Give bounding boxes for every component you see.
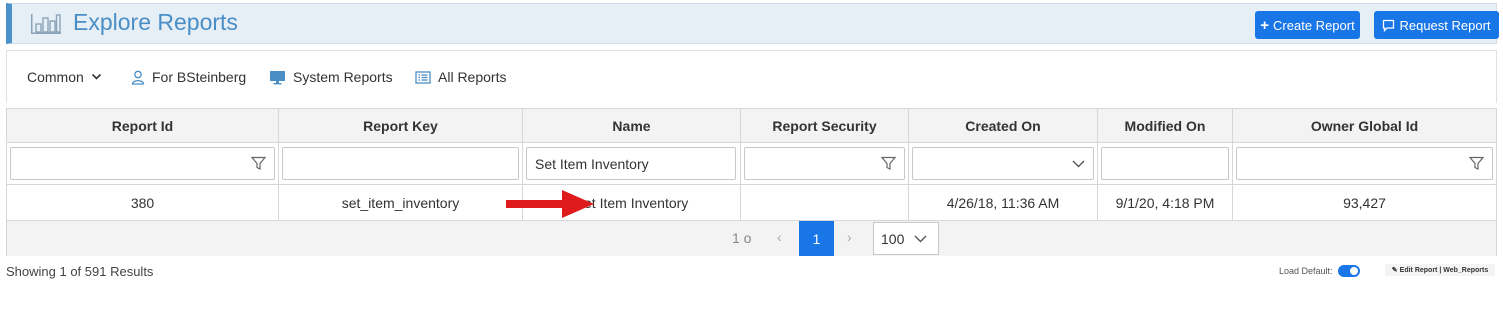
load-default-toggle[interactable] (1337, 265, 1360, 277)
owner-global-id-filter-input[interactable] (1236, 147, 1493, 180)
comment-icon (1383, 19, 1395, 32)
cell-report-id: 380 (7, 185, 279, 221)
cell-created-on: 4/26/18, 11:36 AM (909, 185, 1098, 221)
report-nav: Common For BSteinberg System Reports All… (6, 50, 1497, 103)
col-report-id[interactable]: Report Id (7, 109, 279, 143)
col-owner-global-id[interactable]: Owner Global Id (1233, 109, 1496, 143)
nav-common-dropdown[interactable]: Common (27, 69, 102, 85)
col-report-key[interactable]: Report Key (279, 109, 523, 143)
nav-for-user[interactable]: For BSteinberg (131, 69, 246, 85)
filter-cell (7, 143, 279, 185)
page-size-select[interactable]: 100 (873, 222, 939, 255)
created-on-filter-select[interactable] (912, 147, 1094, 180)
pager: 1 o ‹ 1 › 100 (7, 221, 1496, 256)
grid-filter-row: Set Item Inventory (7, 143, 1496, 185)
edit-report-link[interactable]: ✎ Edit Report | Web_Reports (1385, 264, 1495, 276)
page-size-value: 100 (881, 230, 905, 247)
report-logo-icon (31, 14, 61, 34)
col-created-on[interactable]: Created On (909, 109, 1098, 143)
pager-prev-button[interactable]: ‹ (777, 229, 782, 245)
nav-all-label: All Reports (438, 69, 507, 85)
plus-icon: + (1260, 16, 1270, 34)
filter-cell (1098, 143, 1233, 185)
name-filter-input[interactable]: Set Item Inventory (526, 147, 736, 180)
name-filter-value: Set Item Inventory (535, 155, 649, 172)
table-row[interactable]: 380 set_item_inventory Set Item Inventor… (7, 185, 1496, 221)
reports-grid: Report Id Report Key Name Report Securit… (6, 108, 1497, 256)
chevron-down-icon (1072, 160, 1085, 168)
list-icon (415, 70, 431, 84)
col-report-security[interactable]: Report Security (741, 109, 909, 143)
nav-system-reports[interactable]: System Reports (269, 69, 393, 85)
report-id-filter-input[interactable] (10, 147, 275, 180)
modified-on-filter-input[interactable] (1101, 147, 1229, 180)
request-report-label: Request Report (1399, 17, 1491, 33)
nav-system-label: System Reports (293, 69, 393, 85)
col-modified-on[interactable]: Modified On (1098, 109, 1233, 143)
create-report-button[interactable]: + Create Report (1255, 11, 1360, 39)
nav-common-label: Common (27, 69, 84, 85)
filter-icon[interactable] (251, 156, 266, 171)
pager-info: 1 o (732, 230, 752, 246)
edit-report-label: Edit Report | Web_Reports (1399, 266, 1489, 274)
grid-header-row: Report Id Report Key Name Report Securit… (7, 109, 1496, 143)
col-name[interactable]: Name (523, 109, 741, 143)
chevron-down-icon (91, 73, 101, 80)
cell-modified-on: 9/1/20, 4:18 PM (1098, 185, 1233, 221)
load-default-label: Load Default: (1279, 266, 1333, 276)
red-arrow-annotation (506, 190, 594, 218)
page-header: Explore Reports + Create Report Request … (6, 3, 1499, 44)
filter-icon[interactable] (881, 156, 896, 171)
pager-next-button[interactable]: › (847, 229, 852, 245)
page-title: Explore Reports (73, 9, 238, 35)
filter-cell: Set Item Inventory (523, 143, 741, 185)
report-security-filter-input[interactable] (744, 147, 905, 180)
edit-icon: ✎ (1391, 267, 1398, 274)
monitor-icon (270, 70, 285, 84)
cell-report-security (741, 185, 909, 221)
request-report-button[interactable]: Request Report (1374, 11, 1499, 39)
report-key-filter-input[interactable] (282, 147, 519, 180)
filter-cell (741, 143, 909, 185)
nav-all-reports[interactable]: All Reports (415, 69, 506, 85)
load-default-toggle-group: Load Default: (1279, 265, 1360, 277)
filter-cell (909, 143, 1098, 185)
filter-icon[interactable] (1469, 156, 1484, 171)
chevron-down-icon (914, 235, 927, 242)
results-count: Showing 1 of 591 Results (6, 264, 154, 279)
filter-cell (1233, 143, 1496, 185)
user-icon (131, 70, 145, 85)
filter-cell (279, 143, 523, 185)
cell-report-key: set_item_inventory (279, 185, 523, 221)
cell-owner-global-id: 93,427 (1343, 195, 1386, 211)
nav-for-user-label: For BSteinberg (152, 69, 247, 85)
create-report-label: Create Report (1273, 17, 1355, 33)
pager-current-page[interactable]: 1 (799, 221, 834, 256)
